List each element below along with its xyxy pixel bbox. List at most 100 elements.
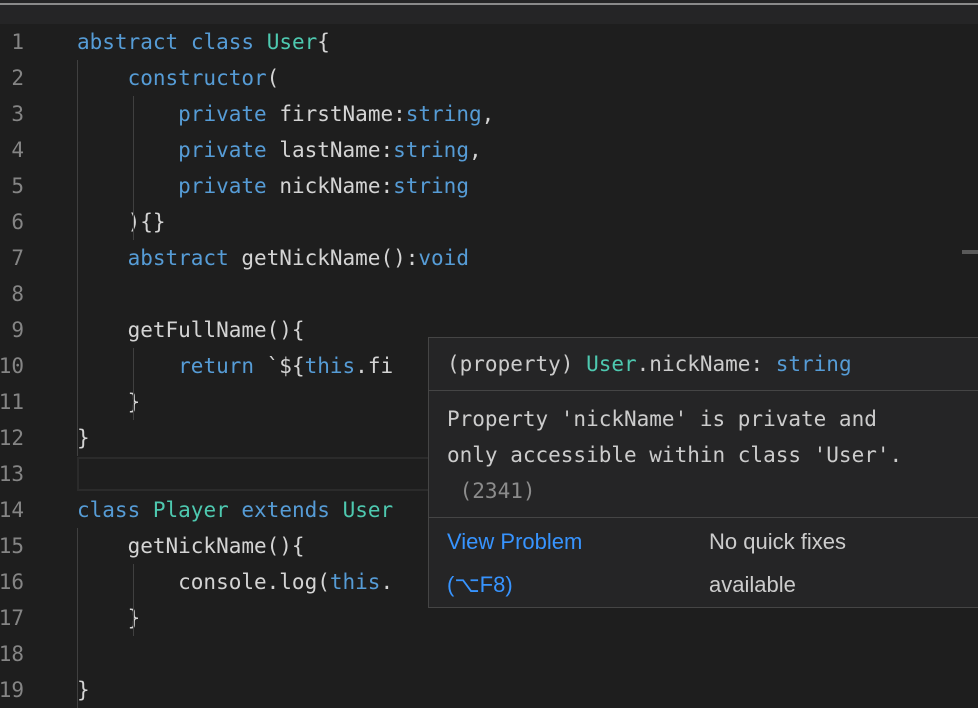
scrollbar-thumb[interactable]: [962, 250, 978, 254]
code-token: Player: [152, 498, 229, 522]
code-token: class: [77, 498, 141, 522]
indent-guide: [133, 564, 134, 636]
signature-type: string: [775, 352, 852, 376]
code-token: ,: [481, 102, 495, 126]
code-line[interactable]: private firstName:string,: [77, 96, 978, 132]
code-line[interactable]: constructor(: [77, 60, 978, 96]
editor-tab-bar: [0, 0, 978, 24]
hover-signature: (property) User.nickName: string: [447, 346, 852, 382]
code-line[interactable]: private nickName:string: [77, 168, 978, 204]
code-token: {: [317, 30, 330, 54]
code-token: string: [393, 138, 469, 162]
line-number-gutter: 1 2 3 4 5 6 7 8 9 10 11 12 13 14 15 16 17 18 19: [0, 24, 60, 704]
line-number: 16: [0, 570, 24, 594]
code-token: `${: [254, 354, 305, 378]
code-token: abstract: [77, 30, 179, 54]
line-number: 17: [0, 606, 24, 630]
code-token: abstract: [127, 246, 229, 270]
code-token: private: [178, 102, 267, 126]
code-token: .fi: [355, 354, 394, 378]
code-line[interactable]: private lastName:string,: [77, 132, 978, 168]
line-number: 13: [0, 462, 24, 486]
error-message-line-2: only accessible within class 'User'.: [447, 443, 903, 467]
line-number: 7: [11, 246, 24, 270]
code-token: this: [304, 354, 356, 378]
no-quick-fixes-label-2: available: [709, 572, 796, 597]
code-token: }: [77, 390, 141, 414]
indent-guide: [133, 348, 134, 420]
line-number: 18: [0, 642, 24, 666]
line-number: 14: [0, 498, 24, 522]
code-line[interactable]: ){}: [77, 204, 978, 240]
code-token: firstName:: [266, 102, 406, 126]
line-number: 3: [11, 102, 24, 126]
code-token: User: [342, 498, 394, 522]
code-token: string: [393, 174, 469, 198]
no-quick-fixes-label: No quick fixes: [709, 529, 846, 554]
signature-class: User: [586, 352, 637, 376]
line-number: 1: [11, 30, 24, 54]
code-token: void: [418, 246, 469, 270]
indent-guide: [77, 528, 78, 708]
code-token: getFullName(){: [77, 318, 305, 342]
code-token: return: [178, 354, 255, 378]
error-message-line-1: Property 'nickName' is private and: [447, 407, 877, 431]
code-line[interactable]: abstract class User{: [77, 24, 978, 60]
code-token: private: [178, 174, 267, 198]
line-number: 6: [11, 210, 24, 234]
code-token: console.log(: [77, 570, 330, 594]
line-number: 11: [0, 390, 24, 414]
line-number: 8: [11, 282, 24, 306]
code-line[interactable]: }: [77, 672, 978, 708]
code-token: extends: [241, 498, 330, 522]
code-token: getNickName():: [228, 246, 419, 270]
code-token: (: [266, 66, 280, 90]
code-token: constructor: [127, 66, 267, 90]
code-token: ,: [468, 138, 482, 162]
indent-guide: [77, 60, 78, 456]
code-token: string: [405, 102, 482, 126]
line-number: 5: [11, 174, 24, 198]
line-number: 4: [11, 138, 24, 162]
code-token: }: [77, 606, 141, 630]
error-code: (2341): [447, 479, 536, 503]
line-number: 15: [0, 534, 24, 558]
code-line[interactable]: [77, 636, 978, 672]
line-number: 10: [0, 354, 24, 378]
signature-member: .nickName:: [636, 352, 776, 376]
view-problem-link[interactable]: View Problem: [447, 529, 582, 555]
view-problem-shortcut[interactable]: (⌥F8): [447, 572, 513, 598]
code-token: User: [266, 30, 318, 54]
hover-actions: View Problem (⌥F8) No quick fixes availa…: [429, 518, 978, 608]
signature-prefix: (property): [447, 352, 587, 376]
code-line[interactable]: [77, 276, 978, 312]
code-token: class: [190, 30, 255, 54]
error-message: Property 'nickName' is private and only …: [447, 401, 902, 509]
current-line-highlight: [77, 457, 430, 491]
code-token: nickName:: [266, 174, 394, 198]
line-number: 9: [11, 318, 24, 342]
code-token: lastName:: [266, 138, 394, 162]
tab-bar-border: [0, 3, 978, 5]
code-line[interactable]: abstract getNickName():void: [77, 240, 978, 276]
hover-tooltip: (property) User.nickName: string Propert…: [428, 337, 978, 608]
indent-guide: [133, 96, 134, 240]
line-number: 2: [11, 66, 24, 90]
code-token: private: [178, 138, 267, 162]
line-number: 12: [0, 426, 24, 450]
code-token: this: [329, 570, 381, 594]
code-token: .: [380, 570, 394, 594]
code-token: }: [77, 678, 90, 702]
code-token: }: [77, 426, 90, 450]
